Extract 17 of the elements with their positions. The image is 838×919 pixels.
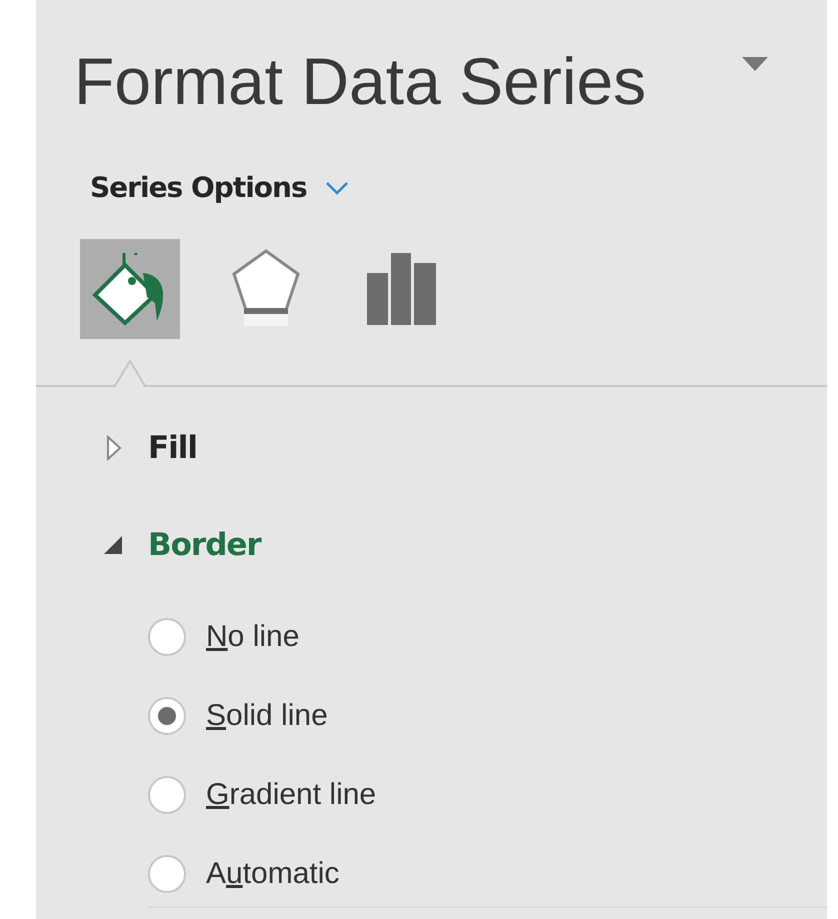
radio-button[interactable] — [148, 618, 186, 656]
series-options-label[interactable]: Series Options — [90, 167, 307, 209]
section-header[interactable]: Fill — [102, 425, 198, 472]
radio-label[interactable]: Gradient line — [206, 772, 376, 817]
format-tab[interactable] — [80, 239, 180, 339]
section-header[interactable]: Border — [102, 522, 261, 568]
radio-label[interactable]: No line — [206, 614, 300, 659]
pane-title: Format Data Series — [74, 48, 646, 114]
expanded-triangle-icon — [102, 534, 124, 556]
radio-button[interactable] — [148, 776, 186, 814]
radio-label[interactable]: Solid line — [206, 693, 328, 738]
radio-button[interactable] — [148, 854, 186, 892]
radio-label[interactable]: Automatic — [206, 851, 340, 896]
dropdown-icon[interactable] — [742, 57, 768, 71]
bar-chart-icon — [367, 253, 437, 325]
chevron-icon[interactable] — [324, 181, 349, 195]
radio-button[interactable] — [148, 696, 186, 734]
